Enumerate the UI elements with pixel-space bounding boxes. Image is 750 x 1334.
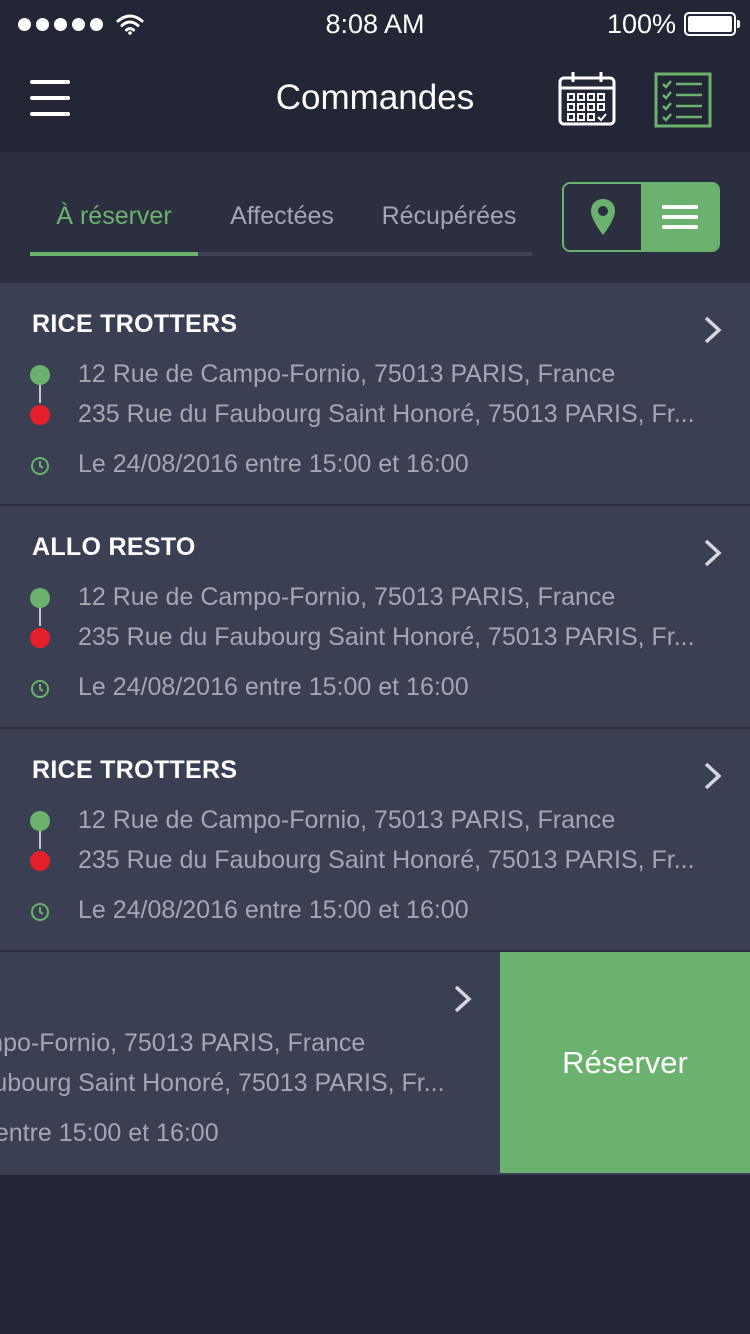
pickup-address: 12 Rue de Campo-Fornio, 75013 PARIS, Fra… — [0, 1029, 366, 1057]
signal-strength-icon — [18, 13, 144, 35]
restaurant-name: ALLO RESTO — [32, 533, 196, 561]
tab-a-reserver[interactable]: À réserver — [30, 202, 198, 231]
delivery-time: Le 24/08/2016 entre 15:00 et 16:00 — [78, 450, 469, 478]
delivery-time: Le 24/08/2016 entre 15:00 et 16:00 — [0, 1119, 219, 1147]
view-toggle — [562, 182, 720, 252]
dropoff-address: 235 Rue du Faubourg Saint Honoré, 75013 … — [78, 400, 695, 428]
status-bar: 8:08 AM 100% — [0, 0, 750, 48]
pickup-address: 12 Rue de Campo-Fornio, 75013 PARIS, Fra… — [78, 806, 616, 834]
dropoff-address: 235 Rue du Faubourg Saint Honoré, 75013 … — [78, 623, 695, 651]
clock-icon — [31, 903, 49, 921]
route-line — [39, 385, 41, 403]
delivery-time: Le 24/08/2016 entre 15:00 et 16:00 — [78, 673, 469, 701]
restaurant-name: RICE TROTTERS — [32, 756, 238, 784]
clock-icon — [31, 457, 49, 475]
tabs-area: À réserver Affectées Récupérées — [0, 152, 750, 283]
chevron-right-icon — [704, 539, 722, 567]
chevron-right-icon — [704, 762, 722, 790]
pickup-address: 12 Rue de Campo-Fornio, 75013 PARIS, Fra… — [78, 360, 616, 388]
pickup-address: 12 Rue de Campo-Fornio, 75013 PARIS, Fra… — [78, 583, 616, 611]
delivery-time: Le 24/08/2016 entre 15:00 et 16:00 — [78, 896, 469, 924]
list-view-button[interactable] — [641, 184, 718, 250]
clock-icon — [31, 680, 49, 698]
pickup-dot-icon — [30, 811, 50, 831]
page-title: Commandes — [275, 78, 475, 117]
battery-icon — [684, 12, 740, 36]
dropoff-dot-icon — [30, 851, 50, 871]
dropoff-address: 235 Rue du Faubourg Saint Honoré, 75013 … — [78, 846, 695, 874]
chevron-right-icon — [704, 316, 722, 344]
dropoff-address: 235 Rue du Faubourg Saint Honoré, 75013 … — [0, 1069, 445, 1097]
order-card-swiped[interactable]: 12 Rue de Campo-Fornio, 75013 PARIS, Fra… — [0, 952, 750, 1175]
orders-list: RICE TROTTERS 12 Rue de Campo-Fornio, 75… — [0, 283, 750, 1175]
order-card[interactable]: ALLO RESTO 12 Rue de Campo-Fornio, 75013… — [0, 506, 750, 729]
list-icon — [661, 205, 698, 229]
pickup-dot-icon — [30, 365, 50, 385]
nav-bar: Commandes — [0, 48, 750, 152]
route-line — [39, 831, 41, 849]
reserve-button[interactable]: Réserver — [500, 952, 750, 1173]
dropoff-dot-icon — [30, 628, 50, 648]
order-card[interactable]: RICE TROTTERS 12 Rue de Campo-Fornio, 75… — [0, 729, 750, 952]
calendar-icon[interactable] — [558, 70, 616, 126]
restaurant-name: RICE TROTTERS — [32, 310, 238, 338]
active-tab-indicator — [30, 252, 198, 256]
tab-recuperees[interactable]: Récupérées — [366, 202, 532, 231]
tab-bar: À réserver Affectées Récupérées — [30, 200, 532, 256]
battery-percent: 100% — [606, 8, 676, 39]
dropoff-dot-icon — [30, 405, 50, 425]
map-view-button[interactable] — [564, 184, 641, 250]
checklist-icon[interactable] — [654, 72, 712, 128]
chevron-right-icon — [454, 985, 472, 1013]
location-pin-icon — [590, 199, 615, 235]
route-line — [39, 608, 41, 626]
tab-affectees[interactable]: Affectées — [198, 202, 366, 231]
wifi-icon — [116, 14, 144, 35]
order-card[interactable]: RICE TROTTERS 12 Rue de Campo-Fornio, 75… — [0, 283, 750, 506]
pickup-dot-icon — [30, 588, 50, 608]
